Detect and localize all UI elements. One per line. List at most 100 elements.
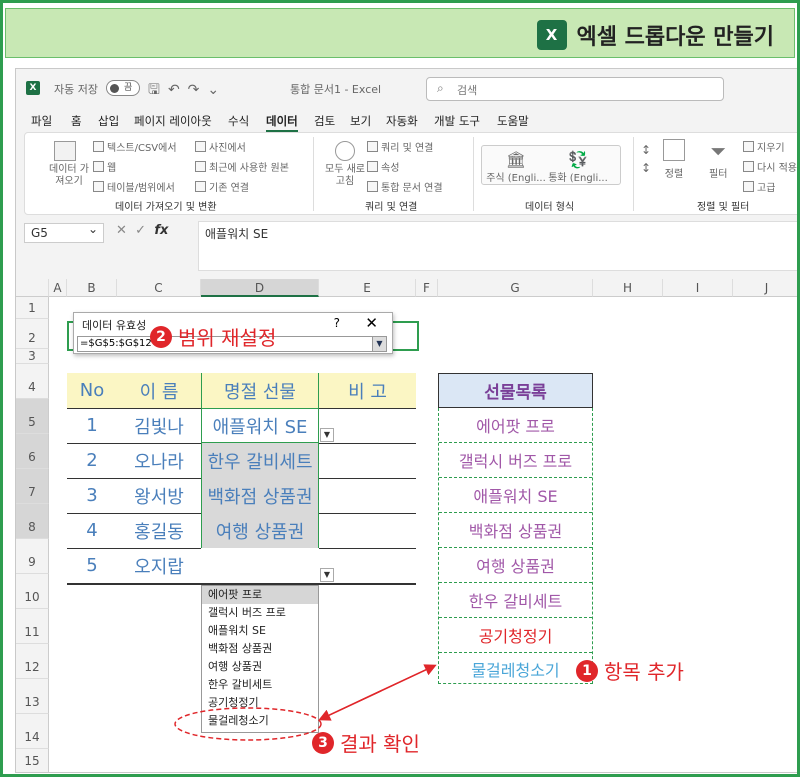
column-header-c[interactable]: C [117,279,201,297]
tab-view[interactable]: 보기 [350,113,371,129]
dropdown-arrow-icon[interactable]: ▼ [320,568,334,582]
currency-button[interactable]: 💱 통화 (Engli... [548,150,608,184]
row-header-5[interactable]: 5 [16,399,49,434]
name-box[interactable]: G5 [24,222,104,243]
dropdown-option[interactable]: 공기청정기 [202,694,318,712]
autosave-toggle[interactable]: 끔 [106,80,140,96]
row-header-13[interactable]: 13 [16,679,49,714]
column-header-a[interactable]: A [49,279,67,297]
row-header-11[interactable]: 11 [16,609,49,644]
stocks-button[interactable]: 🏛 주식 (Engli... [486,150,546,184]
row3-no[interactable]: 3 [67,478,117,513]
undo-icon[interactable]: ↶ [168,82,188,98]
column-header-f[interactable]: F [416,279,438,297]
formula-input[interactable]: 애플워치 SE [198,221,799,271]
tab-file[interactable]: 파일 [31,113,52,129]
get-data-button[interactable]: 데이터 가져오기 [45,141,89,188]
header-name[interactable]: 이 름 [117,373,201,408]
row5-gift[interactable] [201,548,319,583]
column-header-h[interactable]: H [593,279,663,297]
expand-dialog-icon[interactable]: ▼ [372,337,386,351]
row-header-1[interactable]: 1 [16,297,49,319]
text-csv-button[interactable]: 텍스트/CSV에서 [93,139,177,154]
column-header-g[interactable]: G [438,279,593,297]
column-header-j[interactable]: J [733,279,799,297]
existing-connections-button[interactable]: 기존 연결 [195,179,249,194]
row-header-7[interactable]: 7 [16,469,49,504]
dropdown-option[interactable]: 여행 상품권 [202,658,318,676]
dropdown-option[interactable]: 에어팟 프로 [202,586,318,604]
dropdown-option[interactable]: 물걸레청소기 [202,712,318,730]
table-range-button[interactable]: 테이블/범위에서 [93,179,175,194]
row5-no[interactable]: 5 [67,548,117,583]
row-header-6[interactable]: 6 [16,434,49,469]
gift-list-item[interactable]: 여행 상품권 [439,548,592,583]
row1-no[interactable]: 1 [67,408,117,443]
dropdown-option[interactable]: 애플워치 SE [202,622,318,640]
tab-home[interactable]: 홈 [71,113,82,129]
queries-connections-button[interactable]: 쿼리 및 연결 [367,139,433,154]
row-header-3[interactable]: 3 [16,349,49,364]
row3-gift[interactable]: 백화점 상품권 [201,478,319,513]
header-gift[interactable]: 명절 선물 [201,373,319,408]
column-header-e[interactable]: E [319,279,416,297]
dropdown-option[interactable]: 갤럭시 버즈 프로 [202,604,318,622]
gift-list-header[interactable]: 선물목록 [438,373,593,408]
refresh-all-button[interactable]: 모두 새로 고침 [325,141,365,188]
from-picture-button[interactable]: 사진에서 [195,139,246,154]
redo-icon[interactable]: ↷ [188,82,208,98]
row4-gift[interactable]: 여행 상품권 [201,513,319,548]
sort-az-icons[interactable]: ↕ ↕ [641,141,651,177]
tab-automate[interactable]: 자동화 [386,113,418,129]
enter-icon[interactable]: ✓ [135,223,146,238]
gift-list-item[interactable]: 공기청정기 [439,618,592,653]
gift-list-item[interactable]: 백화점 상품권 [439,513,592,548]
row-header-10[interactable]: 10 [16,574,49,609]
data-types-gallery[interactable]: 🏛 주식 (Engli... 💱 통화 (Engli... [481,145,621,185]
header-note[interactable]: 비 고 [319,373,416,408]
row2-name[interactable]: 오나라 [117,443,201,478]
row-header-14[interactable]: 14 [16,714,49,749]
row2-gift[interactable]: 한우 갈비세트 [201,443,319,478]
row-header-9[interactable]: 9 [16,539,49,574]
recent-sources-button[interactable]: 최근에 사용한 원본 [195,159,289,174]
row3-name[interactable]: 왕서방 [117,478,201,513]
row-header-12[interactable]: 12 [16,644,49,679]
row-header-15[interactable]: 15 [16,749,49,772]
gift-list-item[interactable]: 한우 갈비세트 [439,583,592,618]
tab-developer[interactable]: 개발 도구 [434,113,480,129]
tab-help[interactable]: 도움말 [497,113,529,129]
fx-icon[interactable]: fx [154,223,168,238]
row-header-2[interactable]: 2 [16,319,49,349]
row1-gift[interactable]: 애플워치 SE [201,408,319,443]
column-header-d[interactable]: D [201,279,319,297]
customize-icon[interactable]: ⌄ [207,82,227,98]
row5-name[interactable]: 오지랍 [117,548,201,583]
tab-data[interactable]: 데이터 [266,113,298,132]
advanced-button[interactable]: 고급 [743,179,775,194]
gift-list-item[interactable]: 에어팟 프로 [439,408,592,443]
dropdown-list[interactable]: 에어팟 프로 갤럭시 버즈 프로 애플워치 SE 백화점 상품권 여행 상품권 … [201,585,319,733]
row1-name[interactable]: 김빛나 [117,408,201,443]
select-all-corner[interactable] [16,279,49,297]
tab-formulas[interactable]: 수식 [228,113,249,129]
row4-no[interactable]: 4 [67,513,117,548]
sort-button[interactable]: 정렬 [663,139,685,180]
gift-list-item[interactable]: 애플워치 SE [439,478,592,513]
column-header-i[interactable]: I [663,279,733,297]
filter-button[interactable]: ⏷ 필터 [709,139,727,180]
row-header-4[interactable]: 4 [16,364,49,399]
cancel-icon[interactable]: ✕ [116,223,127,238]
save-icon[interactable]: 🖫 [148,82,168,98]
gift-list-item-new[interactable]: 물걸레청소기 [439,653,592,684]
dropdown-option[interactable]: 한우 갈비세트 [202,676,318,694]
dropdown-arrow-icon[interactable]: ▼ [320,428,334,442]
tab-review[interactable]: 검토 [314,113,335,129]
help-icon[interactable]: ? [334,316,340,330]
header-no[interactable]: No [67,373,117,408]
search-input[interactable]: ⌕ 검색 [426,77,724,101]
properties-button[interactable]: 속성 [367,159,399,174]
reapply-button[interactable]: 다시 적용 [743,159,797,174]
edit-links-button[interactable]: 통합 문서 연결 [367,179,443,194]
tab-page-layout[interactable]: 페이지 레이아웃 [134,113,212,129]
